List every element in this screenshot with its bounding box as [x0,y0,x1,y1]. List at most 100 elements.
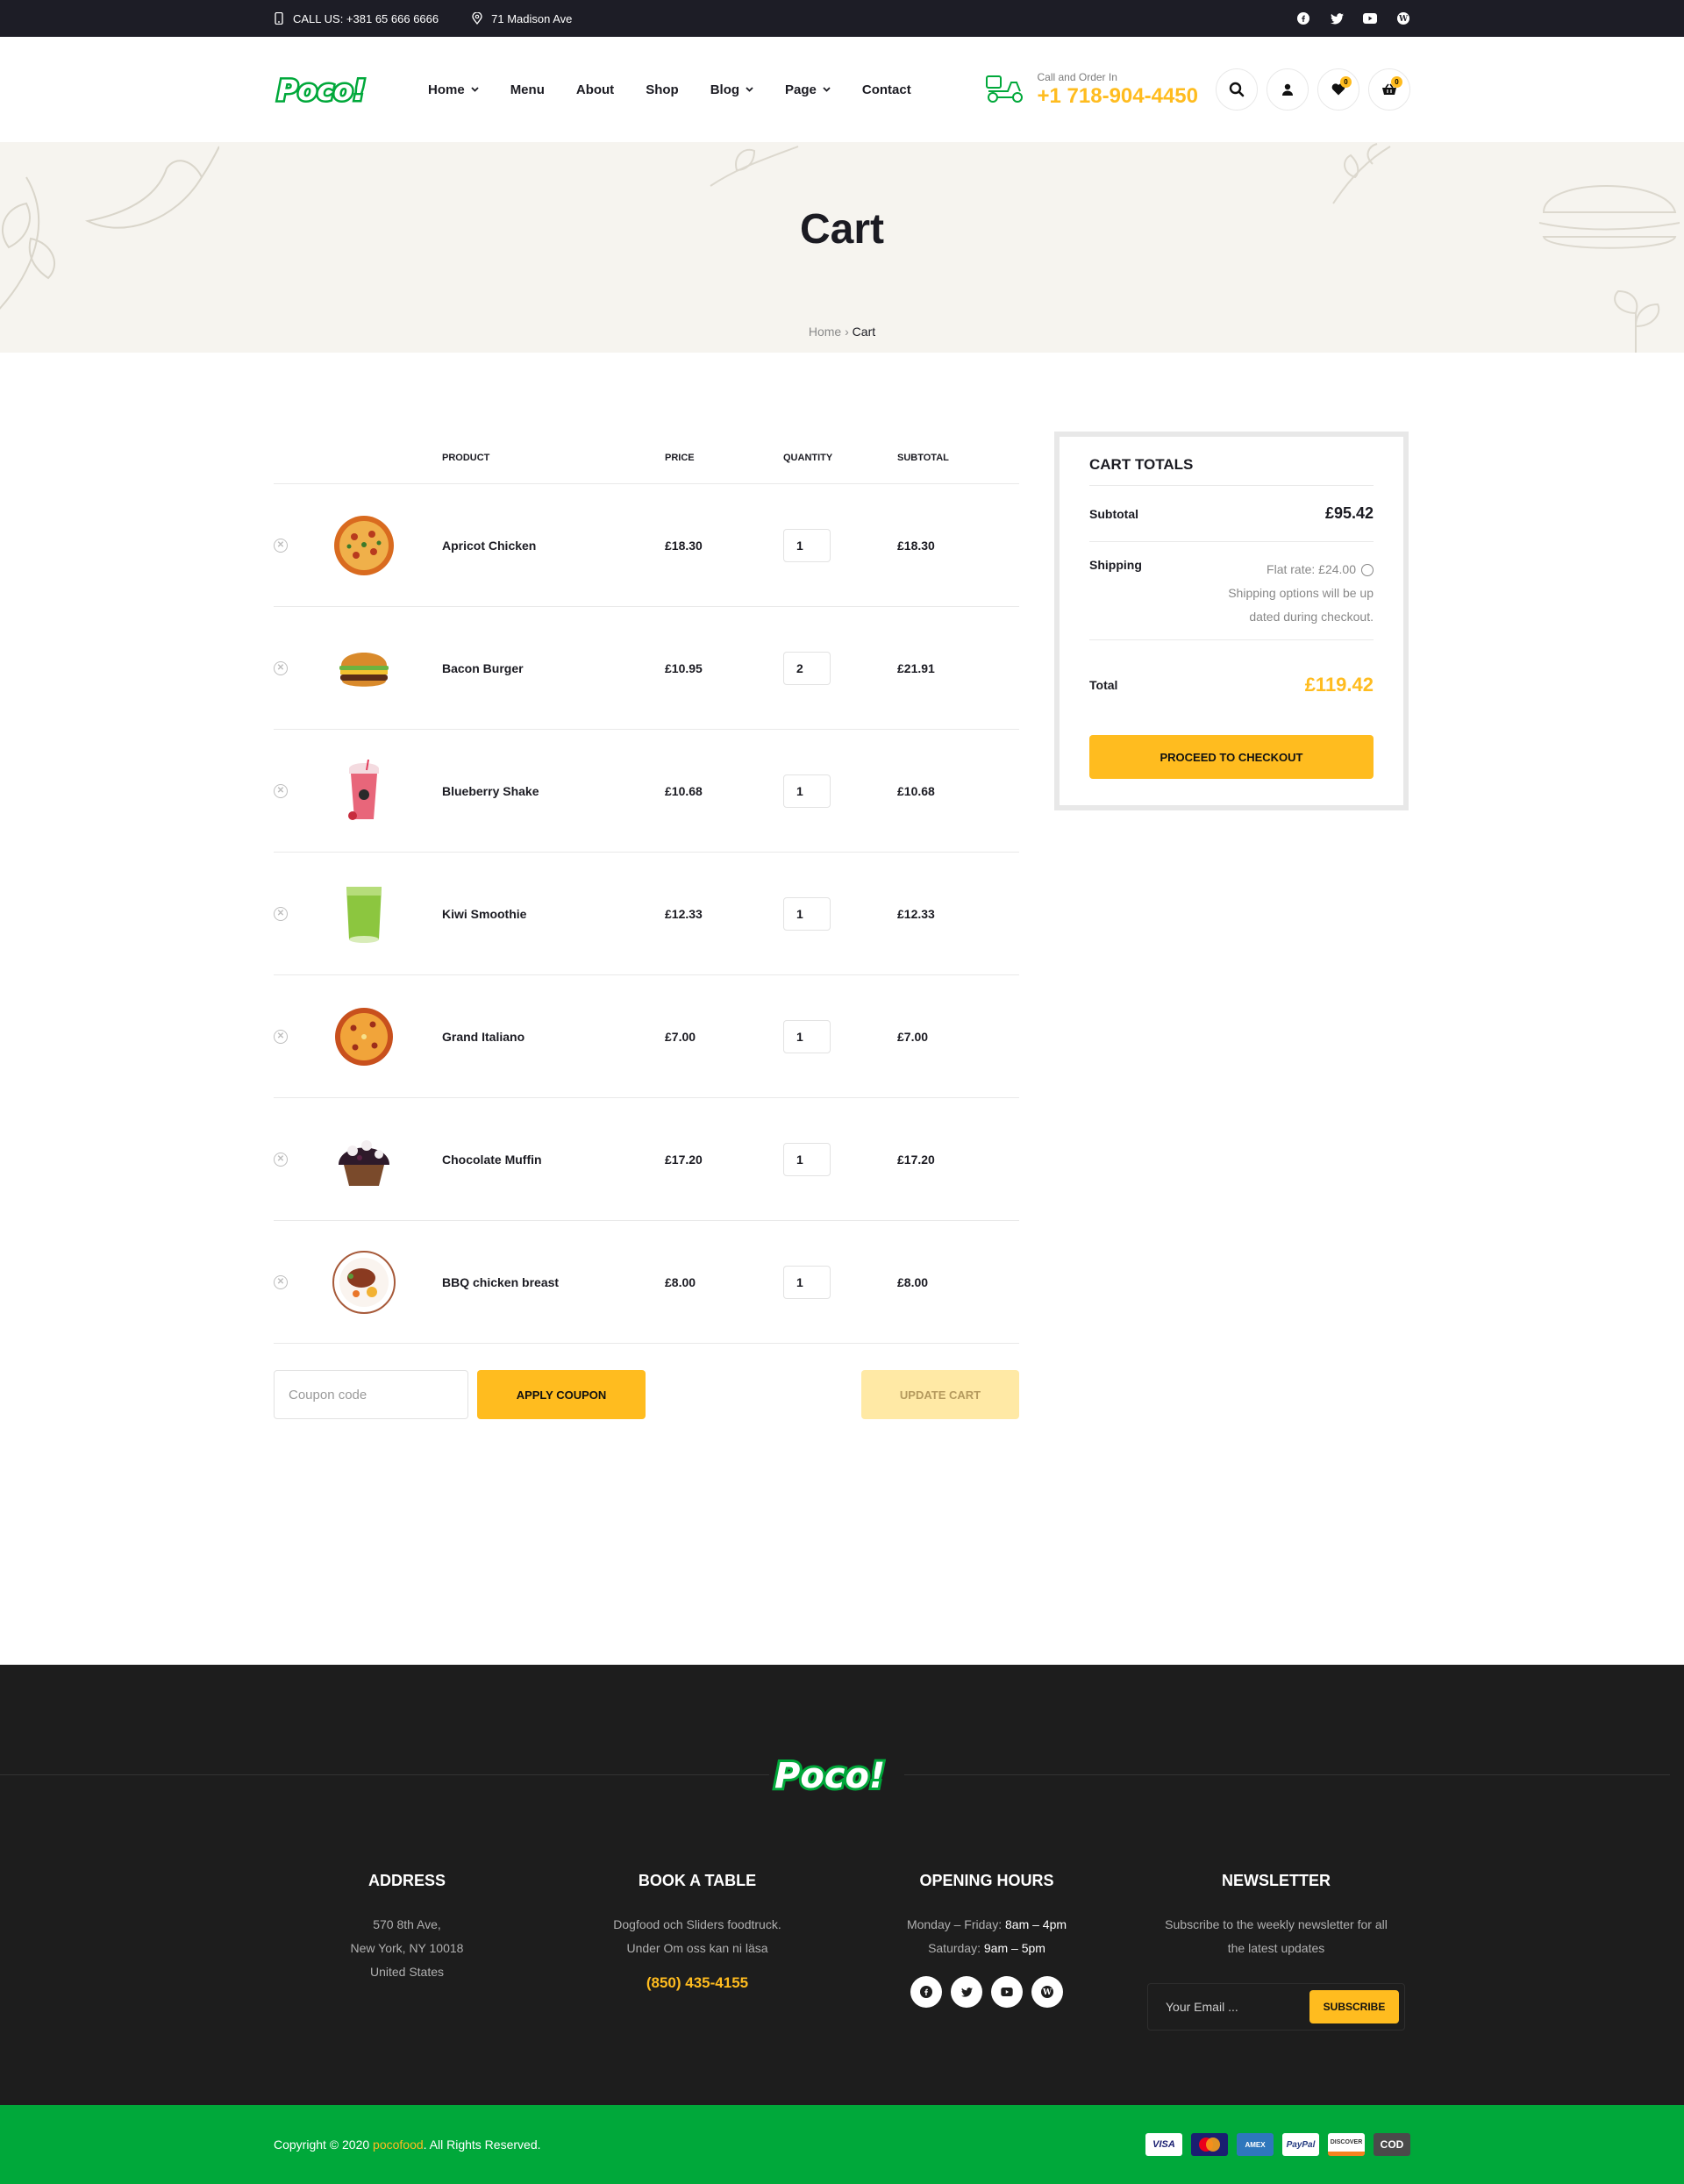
search-button[interactable] [1216,68,1258,111]
youtube-icon[interactable] [1363,11,1377,25]
product-name[interactable]: Blueberry Shake [442,784,665,798]
topbar-address[interactable]: 71 Madison Ave [472,12,572,25]
nav-home[interactable]: Home [428,82,479,97]
nav-blog[interactable]: Blog [710,82,753,97]
main-nav: Home Menu About Shop Blog Page Contact [428,82,911,97]
coupon-code-input[interactable]: Coupon code [274,1370,468,1419]
call-label: Call and Order In [1037,70,1117,83]
nav-menu[interactable]: Menu [510,82,545,97]
footer-hours-title: OPENING HOURS [919,1872,1054,1889]
subtotal-row: Subtotal £95.42 [1089,486,1374,542]
product-subtotal: £10.68 [897,783,935,798]
youtube-icon[interactable] [991,1976,1023,2008]
remove-item-icon[interactable]: ✕ [274,1152,288,1167]
copyright-brand-link[interactable]: pocofood [373,2138,424,2152]
product-name[interactable]: Bacon Burger [442,661,665,675]
shipping-radio[interactable] [1361,564,1374,577]
remove-item-icon[interactable]: ✕ [274,783,288,798]
shipping-option[interactable]: Flat rate: £24.00 [1228,558,1374,582]
product-price: £7.00 [665,1029,696,1044]
newsletter-form: Your Email ... SUBSCRIBE [1147,1983,1405,2031]
proceed-to-checkout-button[interactable]: PROCEED TO CHECKOUT [1089,735,1374,779]
footer: Poco! ADDRESS 570 8th Ave, New York, NY … [0,1665,1684,2105]
wordpress-icon[interactable]: W [1396,11,1410,25]
breadcrumb: Home › Cart [0,325,1684,339]
paypal-icon: PayPal [1282,2133,1319,2156]
shake-image[interactable] [332,759,396,824]
twitter-icon[interactable] [1330,11,1344,25]
burger-image[interactable] [332,636,396,701]
remove-item-icon[interactable]: ✕ [274,538,288,553]
remove-item-icon[interactable]: ✕ [274,660,288,675]
header-quantity: QUANTITY [783,452,833,463]
visa-icon: VISA [1145,2133,1182,2156]
wordpress-icon[interactable]: W [1031,1976,1063,2008]
quantity-input[interactable]: 1 [783,1019,831,1053]
saturday-time: 9am – 5pm [983,1941,1045,1955]
nav-page[interactable]: Page [785,82,831,97]
nav-home-label: Home [428,82,465,97]
call-number[interactable]: +1 718-904-4450 [1038,84,1199,109]
product-name[interactable]: Kiwi Smoothie [442,907,665,921]
cart-row: ✕ Blueberry Shake £10.68 1 £10.68 [274,730,1019,853]
call-order[interactable]: Call and Order In +1 718-904-4450 [985,70,1199,109]
newsletter-email-input[interactable]: Your Email ... [1166,2000,1309,2014]
map-pin-icon [472,12,482,25]
cart-totals-title: CART TOTALS [1089,447,1374,486]
header-subtotal: SUBTOTAL [897,452,949,463]
update-cart-button[interactable]: UPDATE CART [861,1370,1019,1419]
plate-image[interactable] [332,1250,396,1315]
cart-row: ✕ Chocolate Muffin £17.20 1 £17.20 [274,1098,1019,1221]
quantity-input[interactable]: 1 [783,1265,831,1299]
amex-icon: AMEX [1237,2133,1274,2156]
pizza-image[interactable] [332,1004,396,1069]
cart-button[interactable]: 0 [1368,68,1410,111]
nav-contact[interactable]: Contact [862,82,911,97]
shipping-row: Shipping Flat rate: £24.00 Shipping opti… [1089,542,1374,640]
quantity-input[interactable]: 1 [783,1142,831,1176]
facebook-icon[interactable] [1296,11,1310,25]
footer-book-phone[interactable]: (850) 435-4155 [566,1971,829,1995]
footer-address: ADDRESS 570 8th Ave, New York, NY 10018 … [275,1872,539,1984]
quantity-input[interactable]: 1 [783,528,831,562]
footer-book-title: BOOK A TABLE [638,1872,757,1889]
breadcrumb-separator: › [845,325,849,339]
account-button[interactable] [1267,68,1309,111]
product-subtotal: £18.30 [897,538,935,553]
apply-coupon-button[interactable]: APPLY COUPON [477,1370,646,1419]
discover-icon: DISCOVER [1328,2133,1365,2156]
logo[interactable]: Poco! [274,70,386,109]
breadcrumb-home[interactable]: Home [809,325,841,339]
product-price: £8.00 [665,1274,696,1289]
bottom-bar: Copyright © 2020 pocofood. All Rights Re… [0,2105,1684,2184]
subtotal-label: Subtotal [1089,506,1138,521]
quantity-input[interactable]: 2 [783,651,831,685]
mastercard-icon [1191,2133,1228,2156]
product-name[interactable]: Grand Italiano [442,1030,665,1044]
quantity-input[interactable]: 1 [783,896,831,931]
wishlist-button[interactable]: 0 [1317,68,1359,111]
product-subtotal: £21.91 [897,660,935,675]
chevron-down-icon [746,87,753,92]
product-name[interactable]: Apricot Chicken [442,539,665,553]
topbar-phone[interactable]: CALL US: +381 65 666 6666 [274,12,439,25]
product-name[interactable]: BBQ chicken breast [442,1275,665,1289]
product-price: £17.20 [665,1152,703,1167]
remove-item-icon[interactable]: ✕ [274,1274,288,1289]
total-label: Total [1089,678,1118,692]
pizza-image[interactable] [332,513,396,578]
remove-item-icon[interactable]: ✕ [274,1029,288,1044]
product-name[interactable]: Chocolate Muffin [442,1153,665,1167]
footer-hours-saturday: Saturday: 9am – 5pm [855,1937,1118,1960]
nav-shop[interactable]: Shop [646,82,679,97]
facebook-icon[interactable] [910,1976,942,2008]
nav-about[interactable]: About [576,82,614,97]
twitter-icon[interactable] [951,1976,982,2008]
footer-newsletter: NEWSLETTER Subscribe to the weekly newsl… [1145,1872,1408,2031]
quantity-input[interactable]: 1 [783,774,831,808]
remove-item-icon[interactable]: ✕ [274,906,288,921]
footer-logo[interactable]: Poco! [769,1751,904,1798]
muffin-image[interactable] [332,1127,396,1192]
smoothie-image[interactable] [332,881,396,946]
subscribe-button[interactable]: SUBSCRIBE [1309,1990,1399,2023]
